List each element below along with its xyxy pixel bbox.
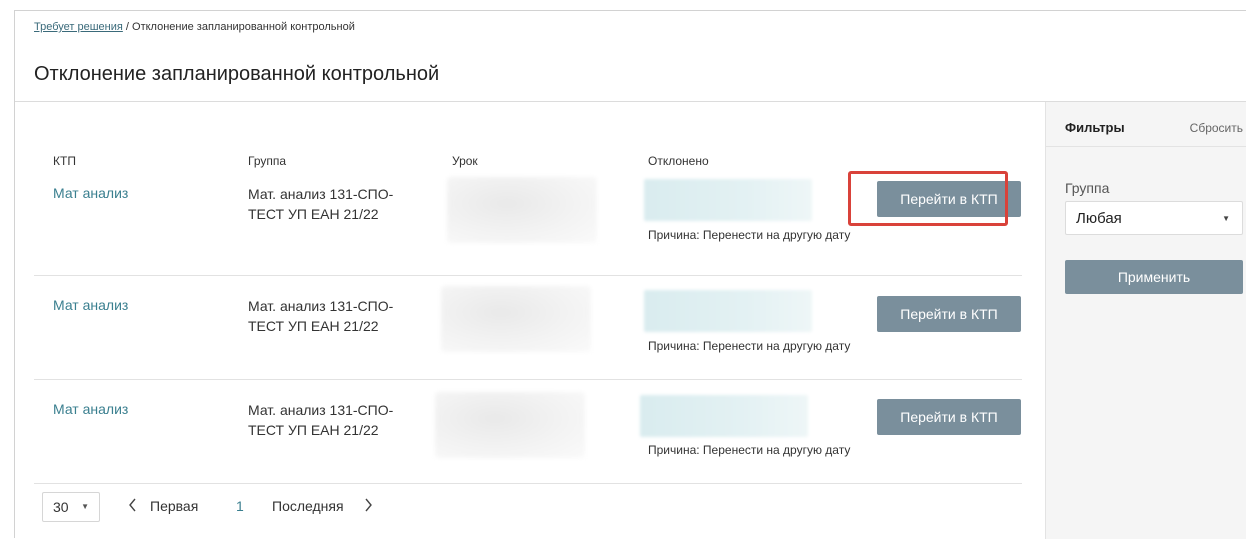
rejection-reason: Причина: Перенести на другую дату bbox=[648, 339, 851, 353]
rejection-reason: Причина: Перенести на другую дату bbox=[648, 443, 851, 457]
rejected-date-redacted bbox=[644, 179, 812, 221]
filters-divider bbox=[1046, 146, 1246, 147]
group-text: Мат. анализ 131-СПО-ТЕСТ УП ЕАН 21/22 bbox=[248, 298, 394, 334]
filters-sidebar: Фильтры Сбросить Группа Любая ▼ Применит… bbox=[1045, 102, 1246, 539]
breadcrumb-current: Отклонение запланированной контрольной bbox=[132, 21, 355, 33]
group-text: Мат. анализ 131-СПО-ТЕСТ УП ЕАН 21/22 bbox=[248, 186, 394, 222]
rejected-date-redacted bbox=[644, 290, 812, 332]
lesson-redacted bbox=[447, 177, 597, 243]
chevron-down-icon: ▼ bbox=[1222, 214, 1230, 223]
group-text: Мат. анализ 131-СПО-ТЕСТ УП ЕАН 21/22 bbox=[248, 402, 394, 438]
rejection-reason: Причина: Перенести на другую дату bbox=[648, 228, 851, 242]
breadcrumb-link-requires-decision[interactable]: Требует решения bbox=[34, 21, 123, 33]
highlight-frame bbox=[848, 171, 1008, 226]
filters-title: Фильтры bbox=[1065, 120, 1125, 135]
table-row: Мат анализ Мат. анализ 131-СПО-ТЕСТ УП Е… bbox=[34, 276, 1022, 380]
group-filter-label: Группа bbox=[1065, 180, 1110, 196]
reset-filters-link[interactable]: Сбросить bbox=[1190, 121, 1243, 135]
ktp-link[interactable]: Мат анализ bbox=[53, 297, 128, 313]
pager-last[interactable]: Последняя bbox=[272, 498, 344, 514]
per-page-select[interactable]: 30 ▼ bbox=[42, 492, 100, 522]
column-header-ktp: КТП bbox=[53, 154, 76, 168]
pagination: 30 ▼ Первая 1 Последняя bbox=[15, 487, 615, 527]
app-frame: Требует решения / Отклонение запланирова… bbox=[14, 10, 1246, 539]
column-header-lesson: Урок bbox=[452, 154, 478, 168]
chevron-right-icon[interactable] bbox=[364, 498, 373, 515]
chevron-left-icon[interactable] bbox=[128, 498, 137, 515]
pager-current-page[interactable]: 1 bbox=[236, 498, 244, 514]
group-filter-value: Любая bbox=[1076, 209, 1122, 227]
lesson-redacted bbox=[435, 392, 585, 458]
apply-filters-button[interactable]: Применить bbox=[1065, 260, 1243, 294]
table-row: Мат анализ Мат. анализ 131-СПО-ТЕСТ УП Е… bbox=[34, 380, 1022, 484]
go-to-ktp-button[interactable]: Перейти в КТП bbox=[877, 399, 1021, 435]
main-content: КТП Группа Урок Отклонено Мат анализ Мат… bbox=[15, 102, 1045, 539]
lesson-redacted bbox=[441, 286, 591, 352]
pager-first[interactable]: Первая bbox=[150, 498, 198, 514]
column-header-rejected: Отклонено bbox=[648, 154, 709, 168]
breadcrumb-separator: / bbox=[122, 21, 133, 33]
ktp-link[interactable]: Мат анализ bbox=[53, 185, 128, 201]
row-divider bbox=[34, 483, 1022, 484]
chevron-down-icon: ▼ bbox=[81, 502, 89, 511]
breadcrumb: Требует решения / Отклонение запланирова… bbox=[34, 21, 355, 33]
page-title: Отклонение запланированной контрольной bbox=[34, 63, 440, 85]
group-filter-select[interactable]: Любая ▼ bbox=[1065, 201, 1243, 235]
per-page-value: 30 bbox=[53, 499, 69, 515]
column-header-group: Группа bbox=[248, 154, 287, 168]
ktp-link[interactable]: Мат анализ bbox=[53, 401, 128, 417]
go-to-ktp-button[interactable]: Перейти в КТП bbox=[877, 296, 1021, 332]
rejected-date-redacted bbox=[640, 395, 808, 437]
